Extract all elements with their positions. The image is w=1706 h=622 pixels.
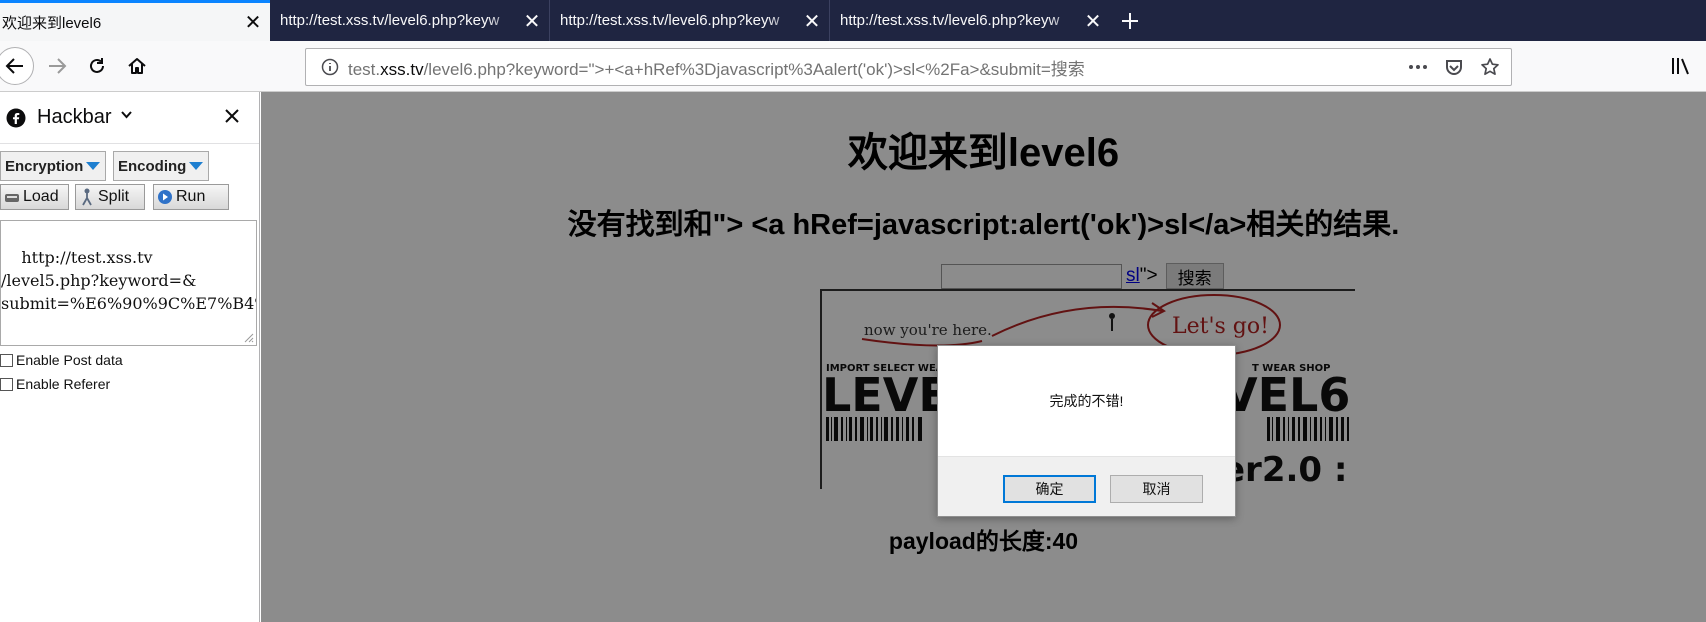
split-icon <box>78 188 96 206</box>
url-textarea-value: http://test.xss.tv /level5.php?keyword=&… <box>1 248 256 313</box>
tab-url-2[interactable]: http://test.xss.tv/level6.php?keyw ✕ <box>550 0 830 41</box>
tab-level6-active[interactable]: 欢迎来到level6 ✕ <box>0 0 270 41</box>
alert-dialog: 完成的不错! 确定 取消 <box>937 345 1236 517</box>
hackbar-logo-icon <box>6 108 26 128</box>
load-icon <box>3 188 21 206</box>
url-path: /level6.php?keyword=">+<a+hRef%3Djavascr… <box>423 59 1085 79</box>
forward-button[interactable] <box>40 49 74 83</box>
tab-close-icon[interactable]: ✕ <box>803 11 821 31</box>
reload-icon <box>90 58 104 73</box>
tab-title: http://test.xss.tv/level6.php?keyw <box>560 12 780 29</box>
dropdown-triangle-icon <box>86 162 101 170</box>
hackbar-url-textarea[interactable]: http://test.xss.tv /level5.php?keyword=&… <box>0 220 257 346</box>
url-prefix: test. <box>348 59 381 79</box>
pocket-icon[interactable] <box>1441 54 1467 80</box>
run-button[interactable]: Run <box>153 184 229 210</box>
tab-title: 欢迎来到level6 <box>2 14 102 32</box>
bookmark-star-icon[interactable] <box>1477 54 1503 80</box>
split-button[interactable]: Split <box>75 184 145 210</box>
home-icon <box>128 58 146 74</box>
encoding-label: Encoding <box>118 157 187 175</box>
enable-post-label: Enable Post data <box>16 352 123 368</box>
sidebar-close-icon[interactable] <box>224 105 240 130</box>
back-button[interactable] <box>0 47 34 85</box>
tab-close-icon[interactable]: ✕ <box>244 12 262 32</box>
tab-url-1[interactable]: http://test.xss.tv/level6.php?keyw ✕ <box>270 0 550 41</box>
enable-post-checkbox[interactable] <box>0 353 13 367</box>
hackbar-sidebar: Hackbar Encryption Encoding Load Split R… <box>0 92 260 622</box>
chevron-down-icon[interactable] <box>121 108 132 123</box>
tab-title: http://test.xss.tv/level6.php?keyw <box>840 12 1060 29</box>
encoding-dropdown[interactable]: Encoding <box>113 151 209 181</box>
tab-title: http://test.xss.tv/level6.php?keyw <box>280 12 500 29</box>
alert-footer: 确定 取消 <box>938 456 1235 516</box>
sidebar-header: Hackbar <box>0 92 259 144</box>
page-content: 欢迎来到level6 没有找到和"> <a hRef=javascript:al… <box>261 92 1706 622</box>
enable-referer-row[interactable]: Enable Referer <box>0 376 110 392</box>
encryption-dropdown[interactable]: Encryption <box>0 151 106 181</box>
navigation-toolbar: test.xss.tv/level6.php?keyword=">+<a+hRe… <box>0 41 1706 92</box>
library-icon[interactable] <box>1668 53 1694 79</box>
page-actions-icon[interactable] <box>1405 54 1431 80</box>
arrow-left-icon <box>5 58 23 74</box>
reload-button[interactable] <box>80 49 114 83</box>
encryption-label: Encryption <box>5 157 84 175</box>
new-tab-button[interactable] <box>1110 0 1150 41</box>
cancel-button[interactable]: 取消 <box>1110 475 1203 503</box>
arrow-right-icon <box>49 58 67 74</box>
info-icon[interactable] <box>312 58 348 76</box>
url-text[interactable]: test.xss.tv/level6.php?keyword=">+<a+hRe… <box>348 55 1405 80</box>
run-label: Run <box>176 188 206 205</box>
sidebar-title[interactable]: Hackbar <box>37 106 111 129</box>
address-bar[interactable]: test.xss.tv/level6.php?keyword=">+<a+hRe… <box>305 48 1512 86</box>
load-label: Load <box>23 188 59 205</box>
enable-referer-checkbox[interactable] <box>0 377 13 391</box>
load-button[interactable]: Load <box>0 184 69 210</box>
home-button[interactable] <box>120 49 154 83</box>
enable-post-row[interactable]: Enable Post data <box>0 352 123 368</box>
tab-strip: 欢迎来到level6 ✕ http://test.xss.tv/level6.p… <box>0 0 1706 41</box>
alert-message: 完成的不错! <box>1049 393 1124 409</box>
url-host: xss.tv <box>380 59 424 79</box>
resize-grip-icon[interactable] <box>244 333 254 343</box>
run-icon <box>156 188 174 206</box>
dropdown-triangle-icon <box>189 162 204 170</box>
ok-button[interactable]: 确定 <box>1003 475 1096 503</box>
tab-close-icon[interactable]: ✕ <box>523 11 541 31</box>
enable-referer-label: Enable Referer <box>16 376 111 392</box>
plus-icon <box>1122 12 1138 29</box>
tab-url-3[interactable]: http://test.xss.tv/level6.php?keyw ✕ <box>830 0 1110 41</box>
tab-close-icon[interactable]: ✕ <box>1084 11 1102 31</box>
split-label: Split <box>98 188 130 205</box>
